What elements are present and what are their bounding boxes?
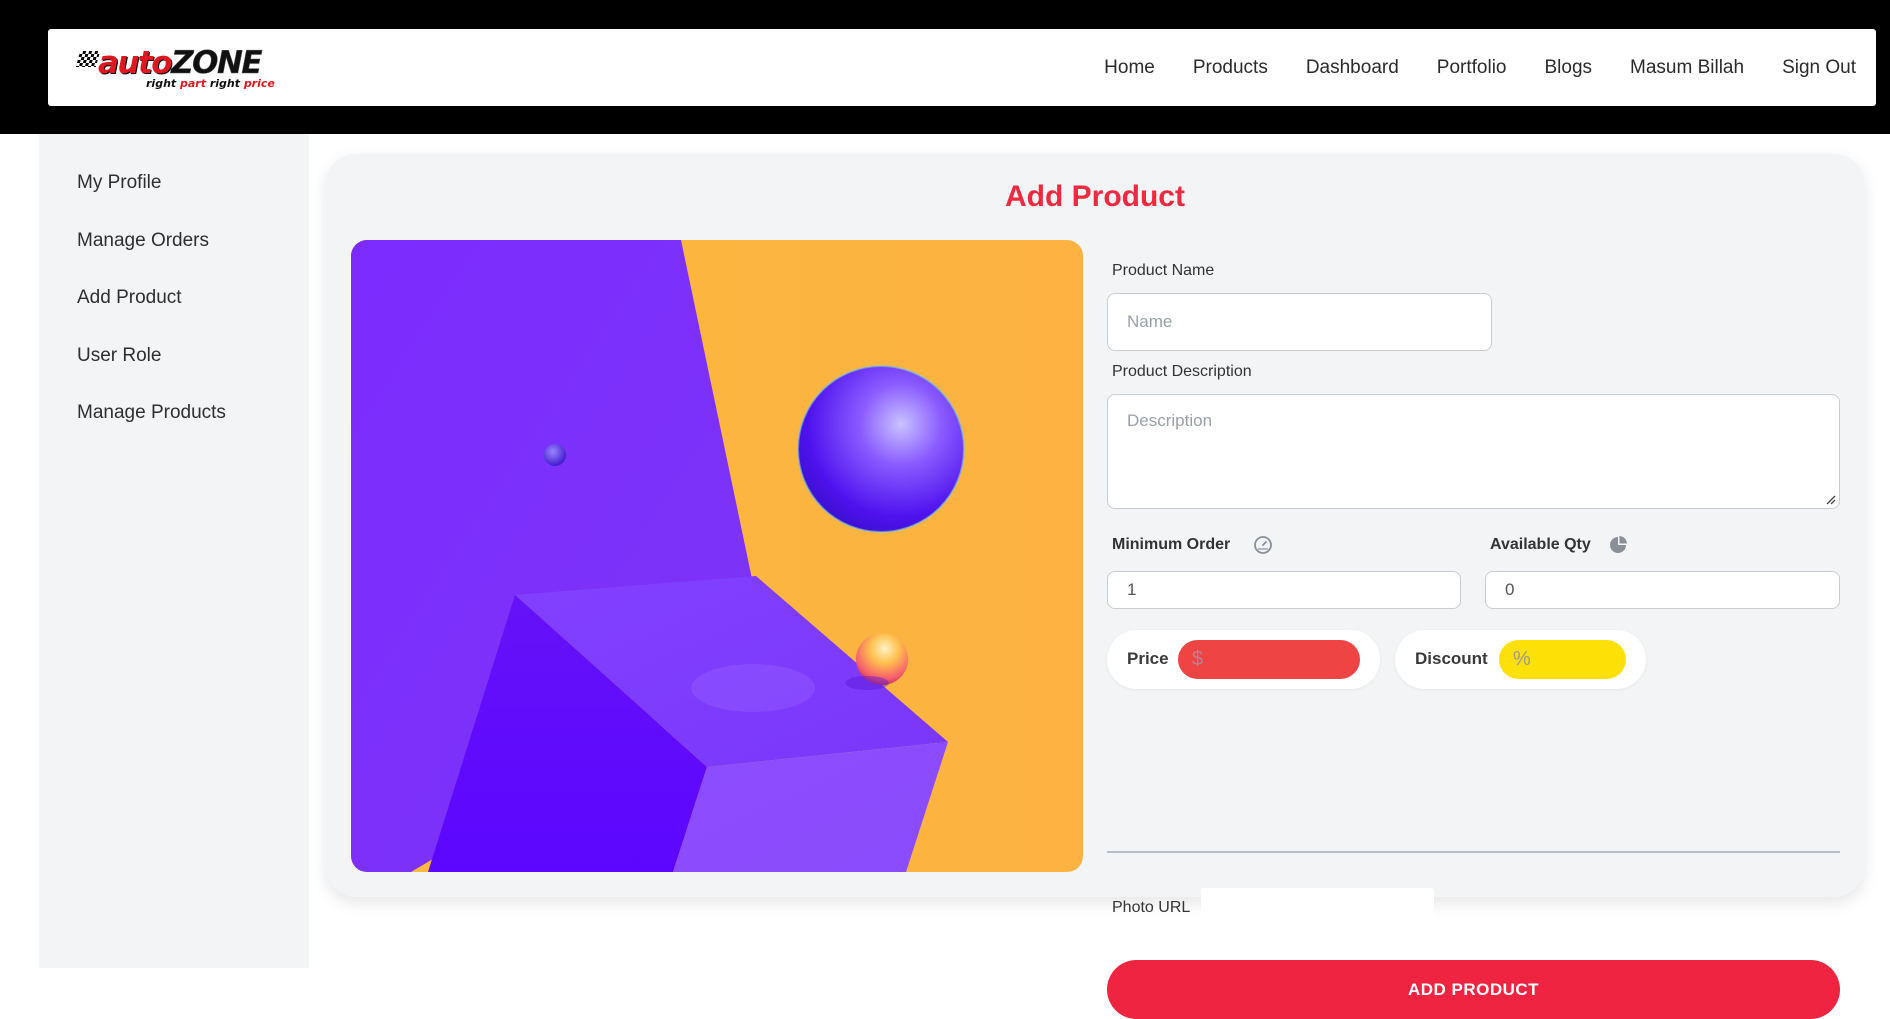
price-input[interactable]: $	[1178, 640, 1360, 679]
nav-blogs[interactable]: Blogs	[1544, 57, 1592, 79]
product-name-input[interactable]: Name	[1107, 293, 1492, 351]
available-qty-label: Available Qty	[1490, 536, 1591, 553]
discount-label: Discount	[1415, 649, 1488, 668]
pie-chart-icon	[1610, 536, 1627, 553]
nav-sign-out[interactable]: Sign Out	[1782, 57, 1856, 79]
sidebar-item-add-product[interactable]: Add Product	[77, 287, 182, 309]
navbar: autoZONE right part right price Home Pro…	[48, 29, 1876, 106]
add-product-form: Product Name Name Product Description De…	[1107, 240, 1840, 1019]
sidebar-item-user-role[interactable]: User Role	[77, 345, 161, 367]
product-description-label: Product Description	[1112, 363, 1252, 380]
discount-input[interactable]: %	[1499, 640, 1626, 679]
add-product-card: Add Product Product Name Name Product De…	[326, 154, 1864, 1019]
available-qty-input[interactable]: 0	[1485, 571, 1840, 609]
nav-home[interactable]: Home	[1104, 57, 1155, 79]
autozone-logo[interactable]: autoZONE right part right price	[75, 45, 275, 91]
dashboard-sidebar: My Profile Manage Orders Add Product Use…	[39, 134, 309, 968]
sidebar-item-manage-orders[interactable]: Manage Orders	[77, 230, 209, 252]
product-illustration	[351, 240, 1083, 872]
logo-text-zone: ZONE	[171, 45, 263, 82]
product-description-textarea[interactable]: Description	[1107, 394, 1840, 509]
main-nav: Home Products Dashboard Portfolio Blogs …	[1104, 29, 1876, 106]
nav-portfolio[interactable]: Portfolio	[1437, 57, 1507, 79]
page-title: Add Product	[1005, 180, 1185, 213]
minimum-order-label: Minimum Order	[1112, 536, 1231, 553]
product-name-label: Product Name	[1112, 262, 1215, 279]
photo-url-input[interactable]	[1201, 888, 1434, 928]
speedometer-icon	[1254, 536, 1272, 554]
logo-text-auto: auto	[98, 45, 173, 81]
nav-user-name[interactable]: Masum Billah	[1630, 57, 1744, 79]
discount-group: Discount %	[1395, 630, 1646, 689]
shadow-ellipse	[691, 664, 815, 712]
resize-handle-icon[interactable]	[1824, 493, 1836, 505]
minimum-order-input[interactable]: 1	[1107, 571, 1461, 609]
logo-tagline: right part right price	[146, 77, 275, 90]
price-group: Price $	[1107, 630, 1380, 689]
form-divider	[1107, 851, 1840, 853]
sidebar-item-my-profile[interactable]: My Profile	[77, 172, 161, 194]
nav-dashboard[interactable]: Dashboard	[1306, 57, 1399, 79]
top-header: autoZONE right part right price Home Pro…	[0, 0, 1890, 134]
price-label: Price	[1127, 649, 1169, 668]
add-product-button[interactable]: ADD PRODUCT	[1107, 960, 1840, 1019]
checkered-flag-icon	[75, 51, 101, 67]
nav-products[interactable]: Products	[1193, 57, 1268, 79]
sidebar-item-manage-products[interactable]: Manage Products	[77, 402, 226, 424]
photo-url-label: Photo URL	[1112, 899, 1191, 916]
